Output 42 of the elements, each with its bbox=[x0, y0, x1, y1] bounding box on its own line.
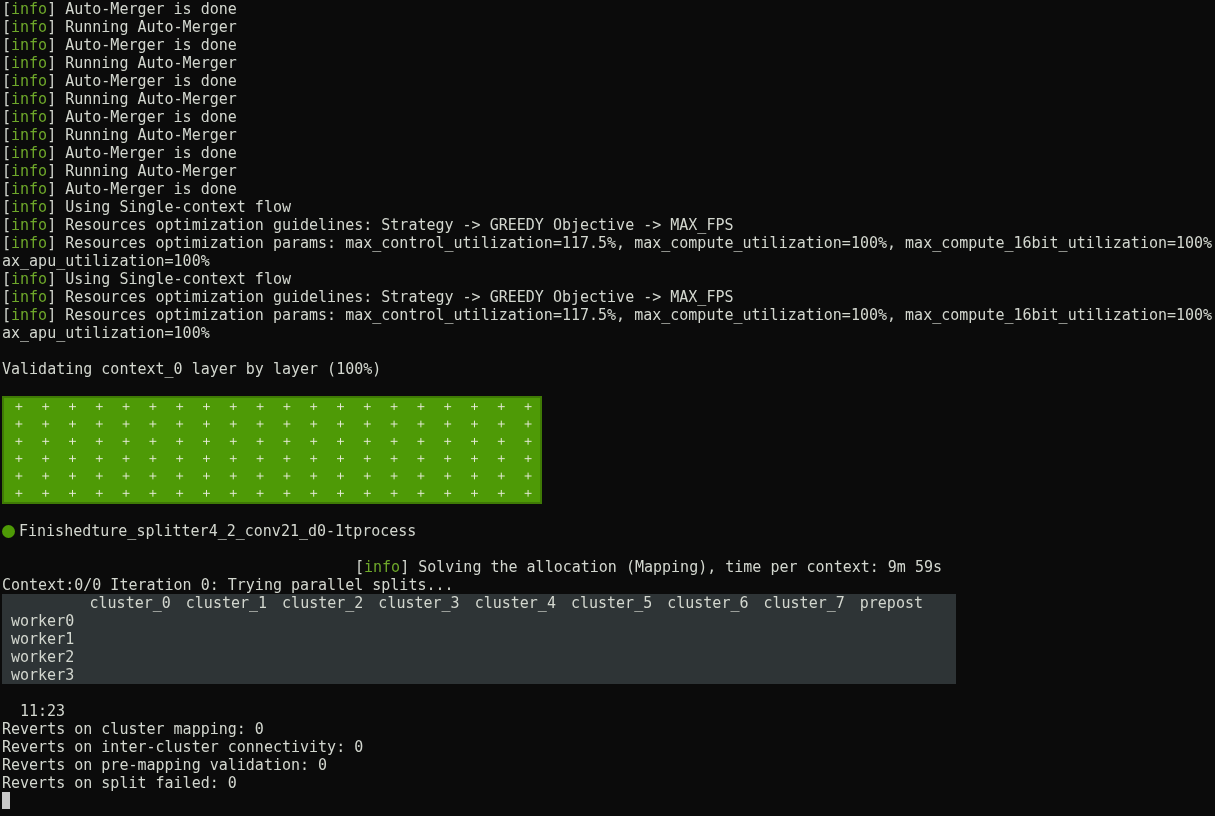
column-header: cluster_7 bbox=[763, 594, 846, 612]
log-line: ax_apu_utilization=100% bbox=[2, 324, 211, 342]
column-header: prepost bbox=[859, 594, 924, 612]
log-line: Context:0/0 Iteration 0: Trying parallel splits... bbox=[2, 576, 455, 594]
log-line: [info] Auto-Merger is done bbox=[2, 144, 238, 162]
row-label: worker3 bbox=[10, 666, 75, 684]
log-line: Reverts on split failed: 0 bbox=[2, 774, 238, 792]
log-line: [info] Auto-Merger is done bbox=[2, 0, 238, 18]
log-line: [info] Running Auto-Merger bbox=[2, 90, 238, 108]
log-line: [info] Resources optimization guidelines: Strategy -> GREEDY Objective -> MAX_FPS bbox=[2, 288, 735, 306]
log-line: [info] Auto-Merger is done bbox=[2, 36, 238, 54]
log-line: [info] Auto-Merger is done bbox=[2, 180, 238, 198]
cursor bbox=[2, 792, 10, 809]
row-label: worker1 bbox=[10, 630, 75, 648]
column-header: cluster_0 bbox=[89, 594, 172, 612]
log-line: [info] Running Auto-Merger bbox=[2, 126, 238, 144]
column-header: cluster_2 bbox=[282, 594, 365, 612]
row-label: worker0 bbox=[10, 612, 75, 630]
log-line: Reverts on cluster mapping: 0 bbox=[2, 720, 265, 738]
column-header: cluster_5 bbox=[570, 594, 654, 612]
column-header: cluster_6 bbox=[667, 594, 750, 612]
log-line: [info] Running Auto-Merger bbox=[2, 162, 238, 180]
status-text: Finishedture_splitter4_2_conv21_d0-1tprocess bbox=[19, 522, 417, 540]
column-header: cluster_1 bbox=[185, 594, 269, 612]
row-label: worker2 bbox=[10, 648, 75, 666]
log-line: [info] Auto-Merger is done bbox=[2, 72, 238, 90]
elapsed-time: 11:23 bbox=[19, 702, 66, 720]
log-line: [info] Using Single-context flow bbox=[2, 198, 292, 216]
column-header: cluster_3 bbox=[378, 594, 461, 612]
log-line: Reverts on pre-mapping validation: 0 bbox=[2, 756, 329, 774]
log-line: [info] Running Auto-Merger bbox=[2, 54, 238, 72]
log-line: [info] Auto-Merger is done bbox=[2, 108, 238, 126]
log-line: [info] Resources optimization params: max_control_utilization=117.5%, max_compute_utilization=100%, max_compute_16bit_utilization=100%, bbox=[2, 234, 1215, 252]
validation-title: Validating context_0 layer by layer (100%) bbox=[2, 360, 383, 378]
log-line: [info] Resources optimization params: max_control_utilization=117.5%, max_compute_utilization=100%, max_compute_16bit_utilization=100%, bbox=[2, 306, 1215, 324]
log-line: [info] Resources optimization guidelines: Strategy -> GREEDY Objective -> MAX_FPS bbox=[2, 216, 735, 234]
log-line: [info] Using Single-context flow bbox=[2, 270, 292, 288]
log-line: [info] Running Auto-Merger bbox=[2, 18, 238, 36]
column-header: cluster_4 bbox=[474, 594, 557, 612]
log-line: [info] Solving the allocation (Mapping), time per context: 9m 59s bbox=[354, 558, 943, 576]
log-line: ax_apu_utilization=100% bbox=[2, 252, 211, 270]
log-line: Reverts on inter-cluster connectivity: 0 bbox=[2, 738, 365, 756]
